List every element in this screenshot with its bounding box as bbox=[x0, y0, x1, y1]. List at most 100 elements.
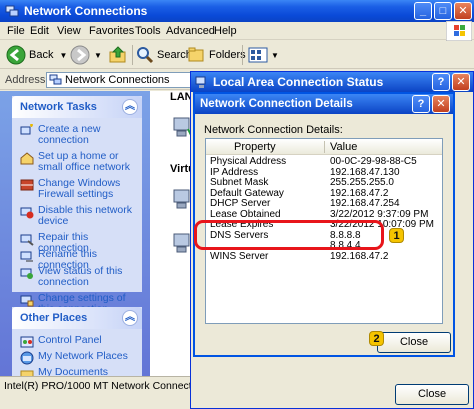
task-rename-connection[interactable]: Rename this connection bbox=[20, 249, 136, 271]
row-value: 3/22/2012 9:37:09 PM bbox=[330, 208, 429, 220]
local-area-connection-icon bbox=[195, 76, 206, 88]
column-header-value[interactable]: Value bbox=[330, 141, 357, 153]
views-dropdown-icon[interactable]: ▼ bbox=[271, 51, 279, 60]
task-home-network[interactable]: Set up a home or small office network bbox=[20, 151, 136, 175]
task-view-status[interactable]: View status of this connection bbox=[20, 266, 136, 290]
column-header-property[interactable]: Property bbox=[234, 141, 276, 153]
column-divider[interactable] bbox=[324, 141, 325, 153]
place-label: Control Panel bbox=[38, 334, 102, 346]
place-control-panel[interactable]: Control Panel bbox=[20, 335, 136, 348]
folders-button[interactable]: Folders bbox=[188, 44, 246, 66]
row-property: IP Address bbox=[210, 166, 259, 178]
toolbar-separator bbox=[132, 45, 133, 65]
dns-servers-highlight bbox=[194, 220, 384, 250]
details-dialog-title: Network Connection Details bbox=[200, 98, 353, 110]
up-folder-button[interactable] bbox=[108, 44, 128, 66]
home-network-icon bbox=[20, 152, 34, 165]
status-text: Intel(R) PRO/1000 MT Network Connection bbox=[4, 380, 206, 392]
task-repair-connection[interactable]: Repair this connection bbox=[20, 232, 136, 254]
table-row[interactable]: Subnet Mask 255.255.255.0 bbox=[206, 178, 442, 189]
status-dialog-title-bar[interactable]: Local Area Connection Status ? ✕ bbox=[191, 72, 473, 92]
other-places-panel: Other Places ︽ Control Panel My Network … bbox=[12, 307, 142, 376]
table-row[interactable]: Physical Address 00-0C-29-98-88-C5 bbox=[206, 157, 442, 168]
network-tasks-panel: Network Tasks ︽ Create a new connection … bbox=[12, 96, 142, 315]
network-places-icon bbox=[20, 351, 34, 365]
place-my-documents[interactable]: My Documents bbox=[20, 367, 136, 376]
folders-icon bbox=[188, 47, 204, 62]
close-icon: ✕ bbox=[458, 5, 468, 17]
details-label: Network Connection Details: bbox=[204, 124, 343, 136]
row-property: WINS Server bbox=[210, 251, 269, 262]
new-connection-icon bbox=[20, 124, 33, 135]
view-status-icon bbox=[20, 268, 33, 279]
menu-help[interactable]: Help bbox=[214, 25, 237, 37]
annotation-badge-1: 1 bbox=[389, 228, 404, 243]
search-icon bbox=[137, 47, 154, 64]
menu-tools[interactable]: Tools bbox=[135, 25, 161, 37]
help-icon: ? bbox=[437, 76, 445, 88]
network-tasks-header[interactable]: Network Tasks ︽ bbox=[12, 96, 142, 118]
help-button[interactable]: ? bbox=[412, 95, 430, 113]
row-value: 00-0C-29-98-88-C5 bbox=[330, 156, 417, 167]
address-label: Address bbox=[5, 74, 46, 86]
task-label: Change Windows Firewall settings bbox=[38, 177, 121, 200]
back-arrow-icon bbox=[6, 45, 26, 65]
minimize-button[interactable]: _ bbox=[414, 2, 432, 20]
back-button[interactable]: Back ▼ bbox=[6, 44, 67, 66]
details-close-button[interactable]: Close bbox=[377, 332, 451, 353]
collapse-chevron-icon[interactable]: ︽ bbox=[122, 310, 138, 326]
task-label: Create a new connection bbox=[38, 123, 101, 146]
help-icon: ? bbox=[417, 98, 425, 110]
other-places-header[interactable]: Other Places ︽ bbox=[12, 307, 142, 329]
row-property: Default Gateway bbox=[210, 187, 284, 199]
address-input[interactable]: Network Connections bbox=[46, 72, 196, 88]
status-dialog-title: Local Area Connection Status bbox=[213, 75, 384, 89]
rename-icon bbox=[20, 251, 33, 262]
help-button[interactable]: ? bbox=[432, 73, 450, 91]
details-close-x-button[interactable]: ✕ bbox=[432, 95, 450, 113]
main-title-bar[interactable]: Network Connections _ □ ✕ bbox=[0, 0, 474, 22]
status-close-button[interactable]: Close bbox=[395, 384, 469, 405]
menu-advanced[interactable]: Advanced bbox=[166, 25, 215, 37]
list-header: Property Value bbox=[206, 139, 442, 155]
search-button[interactable]: Search bbox=[136, 44, 192, 66]
task-disable-device[interactable]: Disable this network device bbox=[20, 205, 136, 229]
menu-bar: File Edit View Favorites Tools Advanced … bbox=[0, 21, 474, 41]
menu-view[interactable]: View bbox=[57, 25, 81, 37]
status-close-x-button[interactable]: ✕ bbox=[452, 73, 470, 91]
folders-label: Folders bbox=[209, 49, 246, 61]
place-my-network-places[interactable]: My Network Places bbox=[20, 351, 136, 365]
task-firewall-settings[interactable]: Change Windows Firewall settings bbox=[20, 178, 136, 202]
main-window-title: Network Connections bbox=[24, 4, 148, 18]
toolbar-separator bbox=[242, 45, 243, 65]
annotation-badge-2: 2 bbox=[369, 331, 384, 346]
menu-favorites[interactable]: Favorites bbox=[89, 25, 134, 37]
menu-edit[interactable]: Edit bbox=[30, 25, 49, 37]
table-row[interactable]: DHCP Server 192.168.47.254 bbox=[206, 199, 442, 210]
maximize-icon: □ bbox=[439, 5, 447, 17]
minimize-icon: _ bbox=[419, 5, 427, 17]
table-row[interactable]: WINS Server 192.168.47.2 bbox=[206, 252, 442, 263]
control-panel-icon bbox=[20, 336, 34, 348]
row-property: Subnet Mask bbox=[210, 177, 269, 188]
network-connections-icon bbox=[5, 5, 19, 17]
task-label: Set up a home or small office network bbox=[38, 150, 131, 173]
task-label: View status of this connection bbox=[38, 265, 123, 288]
details-dialog-title-bar[interactable]: Network Connection Details ? ✕ bbox=[195, 94, 453, 114]
menu-file[interactable]: File bbox=[7, 25, 25, 37]
row-property: Lease Obtained bbox=[210, 208, 281, 220]
back-label: Back bbox=[29, 49, 54, 61]
forward-dropdown-icon[interactable]: ▼ bbox=[94, 51, 102, 60]
row-value: 192.168.47.2 bbox=[330, 187, 389, 199]
close-icon: ✕ bbox=[456, 76, 466, 88]
task-create-connection[interactable]: Create a new connection bbox=[20, 124, 136, 148]
back-dropdown-icon[interactable]: ▼ bbox=[59, 51, 67, 60]
forward-button[interactable]: ▼ bbox=[70, 44, 102, 66]
close-window-button[interactable]: ✕ bbox=[454, 2, 472, 20]
task-label: Disable this network device bbox=[38, 204, 132, 227]
collapse-chevron-icon[interactable]: ︽ bbox=[122, 99, 138, 115]
toolbar: Back ▼ ▼ Search Folders ▼ bbox=[0, 41, 474, 69]
views-button[interactable]: ▼ bbox=[248, 44, 279, 66]
maximize-button[interactable]: □ bbox=[434, 2, 452, 20]
disable-device-icon bbox=[20, 207, 34, 219]
